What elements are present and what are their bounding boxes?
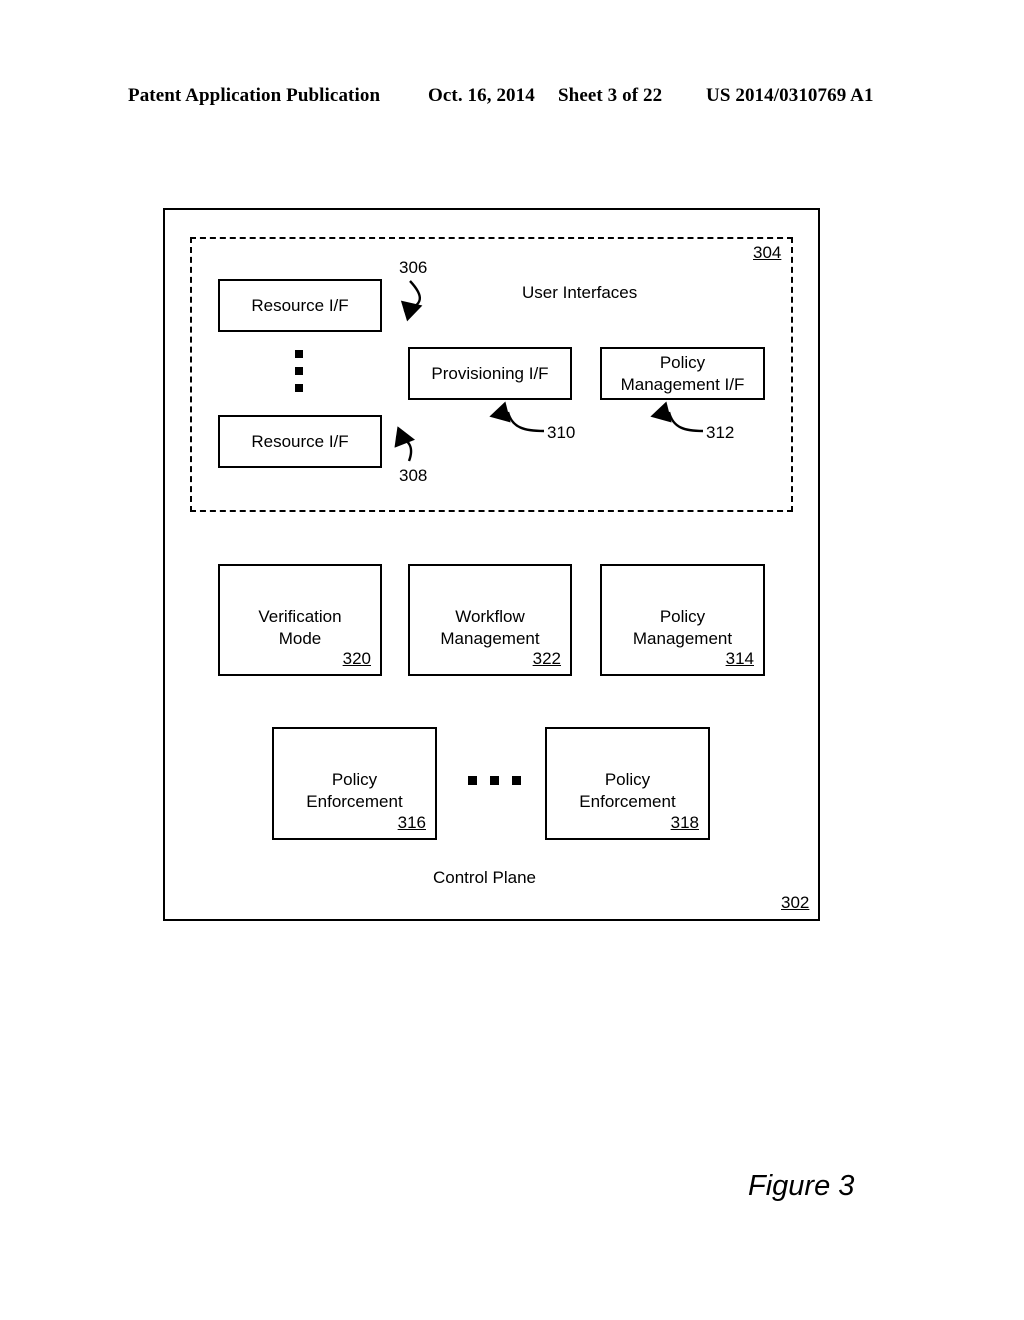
- header-date-text: Oct. 16, 2014: [428, 85, 535, 106]
- block-policy-management: Policy Management 314: [600, 564, 765, 676]
- block-verification-mode: Verification Mode 320: [218, 564, 382, 676]
- reference-number-304: 304: [753, 243, 782, 262]
- block-policy-enforcement-right-label: Policy Enforcement: [579, 770, 676, 811]
- block-resource-if-top: Resource I/F: [218, 279, 382, 332]
- block-policy-management-if-label: Policy Management I/F: [620, 352, 745, 394]
- block-workflow-management: Workflow Management 322: [408, 564, 572, 676]
- block-resource-if-bottom: Resource I/F: [218, 415, 382, 468]
- header-publication-text: Patent Application Publication: [128, 85, 381, 106]
- block-workflow-management-label: Workflow Management: [440, 607, 540, 648]
- reference-number-318: 318: [670, 813, 699, 832]
- control-plane-label: Control Plane: [433, 868, 537, 887]
- block-resource-if-bottom-label: Resource I/F: [251, 431, 349, 451]
- header-patent-number: US 2014/0310769 A1: [706, 85, 874, 106]
- block-policy-enforcement-left: Policy Enforcement 316: [272, 727, 437, 840]
- block-verification-mode-label: Verification Mode: [258, 607, 342, 648]
- reference-number-310: 310: [547, 423, 576, 442]
- reference-number-302: 302: [781, 893, 810, 912]
- reference-number-320: 320: [342, 649, 371, 668]
- header-sheet-text: Sheet 3 of 22: [558, 85, 663, 106]
- block-policy-management-if: Policy Management I/F: [600, 347, 765, 400]
- block-policy-enforcement-left-label: Policy Enforcement: [306, 770, 403, 811]
- block-policy-enforcement-right: Policy Enforcement 318: [545, 727, 710, 840]
- figure-caption: Figure 3: [748, 1170, 855, 1202]
- reference-number-308: 308: [399, 466, 428, 485]
- block-policy-management-label: Policy Management: [632, 607, 733, 648]
- user-interfaces-label: User Interfaces: [522, 283, 638, 302]
- reference-number-322: 322: [532, 649, 561, 668]
- block-provisioning-if-label: Provisioning I/F: [431, 363, 549, 383]
- block-provisioning-if: Provisioning I/F: [408, 347, 572, 400]
- block-resource-if-top-label: Resource I/F: [251, 295, 349, 315]
- reference-number-312: 312: [706, 423, 735, 442]
- page-header: Patent Application Publication Oct. 16, …: [0, 85, 1024, 119]
- vertical-ellipsis-icon: [295, 350, 305, 400]
- reference-number-314: 314: [725, 649, 754, 668]
- reference-number-316: 316: [397, 813, 426, 832]
- reference-number-306: 306: [399, 258, 428, 277]
- horizontal-ellipsis-icon: [468, 776, 528, 786]
